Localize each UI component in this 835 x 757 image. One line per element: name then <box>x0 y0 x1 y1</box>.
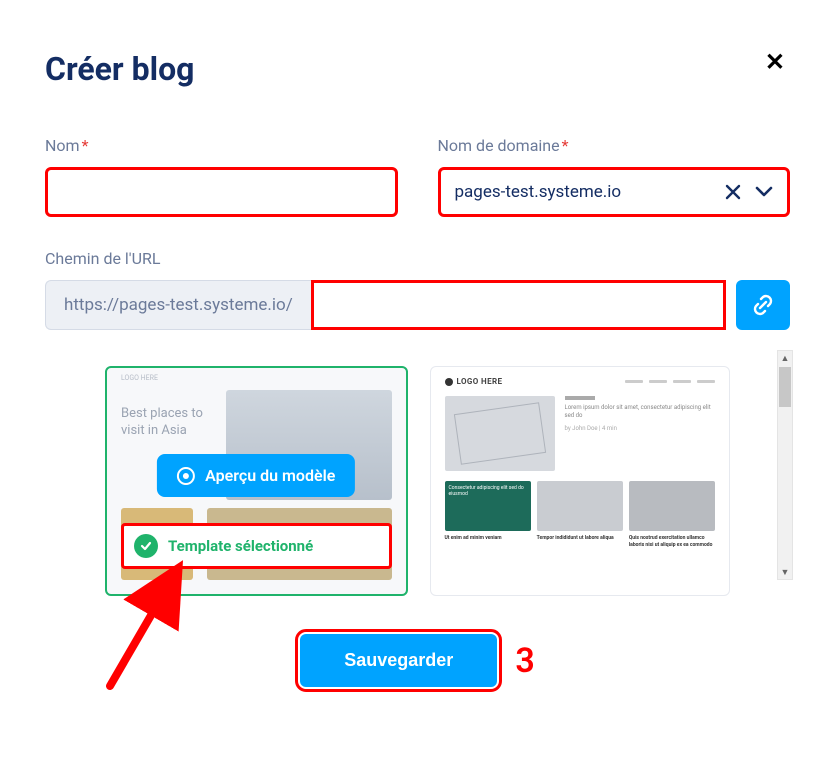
preview-template-button[interactable]: Aperçu du modèle <box>157 454 355 497</box>
template-2-feature-image <box>445 396 555 471</box>
required-mark: * <box>562 136 569 155</box>
scrollbar-thumb[interactable] <box>779 367 791 407</box>
template-2-brand: LOGO HERE <box>445 377 503 386</box>
template-2-card-b <box>537 481 623 531</box>
scroll-up-icon[interactable]: ▲ <box>778 351 792 365</box>
name-input-wrap <box>45 167 398 217</box>
check-circle-icon <box>134 534 158 558</box>
domain-value: pages-test.systeme.io <box>455 182 726 202</box>
save-row: Sauvegarder 3 <box>45 634 790 687</box>
label-name-text: Nom <box>45 136 80 155</box>
template-2-header: LOGO HERE <box>431 367 730 396</box>
url-row: https://pages-test.systeme.io/ <box>45 280 790 330</box>
template-2-grid: Consectetur adipiscing elit sed do eiusm… <box>431 481 730 531</box>
url-path-wrap <box>311 280 726 330</box>
eye-icon <box>177 467 195 485</box>
close-icon[interactable]: ✕ <box>765 48 785 76</box>
template-2-nav <box>625 380 715 383</box>
template-card-2[interactable]: LOGO HERE Lorem ipsum dolor sit amet, co… <box>430 366 731 596</box>
template-card-1[interactable]: LOGO HERE Best places to visit in Asia A… <box>105 366 408 596</box>
url-prefix: https://pages-test.systeme.io/ <box>45 280 311 330</box>
template-selected-text: Template sélectionné <box>168 537 313 555</box>
scroll-down-icon[interactable]: ▼ <box>778 565 792 579</box>
modal-title: Créer blog <box>45 50 790 88</box>
label-name: Nom* <box>45 136 398 155</box>
template-gallery: LOGO HERE Best places to visit in Asia A… <box>45 366 790 596</box>
link-icon <box>751 293 775 317</box>
template-2-r2a: Ut enim ad minim veniam <box>445 535 531 577</box>
field-url: Chemin de l'URL https://pages-test.syste… <box>45 249 790 354</box>
create-blog-modal: ✕ Créer blog Nom* Nom de domaine* pages-… <box>0 0 835 727</box>
template-2-row2: Ut enim ad minim veniam Tempor indididun… <box>431 531 730 577</box>
field-name: Nom* <box>45 136 398 217</box>
copy-link-button[interactable] <box>736 280 790 330</box>
chevron-down-icon[interactable] <box>755 186 773 198</box>
field-domain: Nom de domaine* pages-test.systeme.io <box>438 136 791 217</box>
url-path-input[interactable] <box>314 283 723 327</box>
name-input[interactable] <box>62 182 381 202</box>
label-domain: Nom de domaine* <box>438 136 791 155</box>
template-1-brand: LOGO HERE <box>121 374 158 382</box>
annotation-step-number: 3 <box>515 641 534 681</box>
template-2-r2b: Tempor indididunt ut labore aliqua <box>537 535 623 577</box>
label-domain-text: Nom de domaine <box>438 136 560 155</box>
save-button[interactable]: Sauvegarder <box>300 634 497 687</box>
template-scrollbar[interactable]: ▲ ▼ <box>777 350 793 580</box>
template-2-feature-text: Lorem ipsum dolor sit amet, consectetur … <box>565 396 716 471</box>
domain-select[interactable]: pages-test.systeme.io <box>438 167 791 217</box>
template-2-card-green: Consectetur adipiscing elit sed do eiusm… <box>445 481 531 531</box>
template-2-r2c: Quis nostrud exercitation ullamco labori… <box>629 535 715 577</box>
preview-label: Aperçu du modèle <box>205 466 335 485</box>
domain-controls <box>725 184 773 200</box>
template-2-feature: Lorem ipsum dolor sit amet, consectetur … <box>431 396 730 481</box>
label-url: Chemin de l'URL <box>45 249 790 268</box>
template-2-card-c <box>629 481 715 531</box>
required-mark: * <box>82 136 89 155</box>
template-selected-badge: Template sélectionné <box>121 523 392 569</box>
clear-icon[interactable] <box>725 184 741 200</box>
row-name-domain: Nom* Nom de domaine* pages-test.systeme.… <box>45 136 790 217</box>
